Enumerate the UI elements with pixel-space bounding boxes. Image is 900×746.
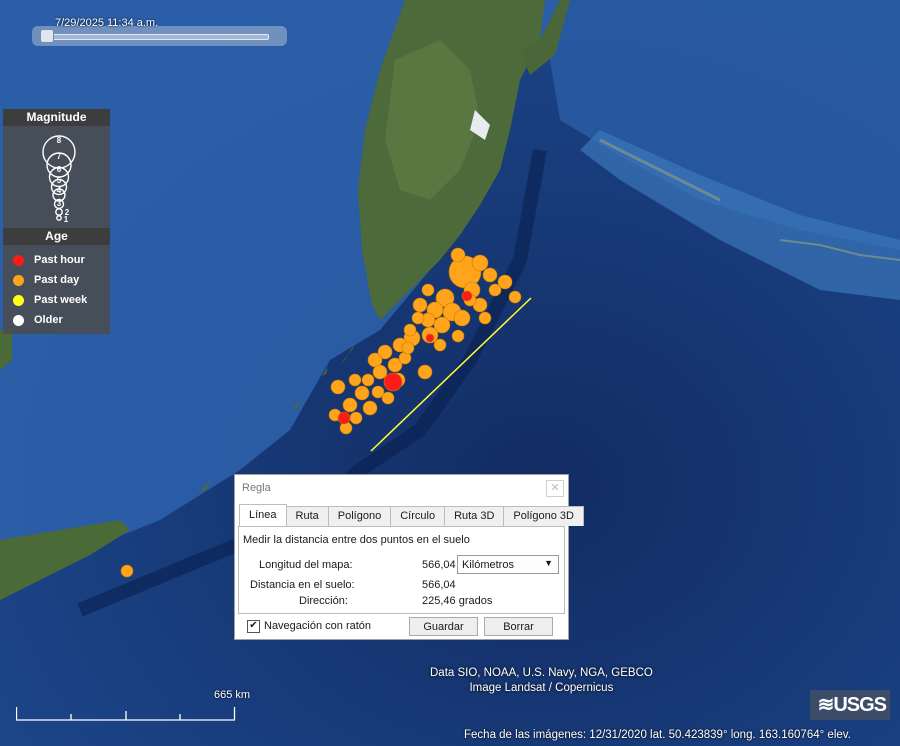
ground-distance-value: 566,04: [422, 579, 456, 591]
time-slider[interactable]: [32, 26, 287, 46]
earthquake-marker[interactable]: [361, 373, 375, 387]
tab-panel-linea: Medir la distancia entre dos puntos en e…: [238, 526, 565, 614]
mouse-navigation-label: Navegación con ratón: [264, 620, 372, 632]
earthquake-marker[interactable]: [120, 564, 134, 578]
earthquake-marker[interactable]: [450, 247, 466, 263]
ground-distance-label: Distancia en el suelo:: [250, 579, 355, 591]
earthquake-marker[interactable]: [411, 311, 425, 325]
time-slider-label: 7/29/2025 11:34 a.m.: [55, 17, 159, 29]
tab-poligono[interactable]: Polígono: [327, 506, 392, 526]
usgs-logo: ≋USGS: [810, 690, 890, 720]
clear-button[interactable]: Borrar: [484, 617, 553, 636]
earthquake-marker[interactable]: [421, 283, 435, 297]
mag-label: 8: [57, 136, 62, 145]
earthquake-marker[interactable]: [381, 391, 395, 405]
earthquake-marker[interactable]: [342, 397, 358, 413]
earthquake-marker[interactable]: [478, 311, 492, 325]
scale-label: 665 km: [214, 689, 251, 701]
earthquake-marker[interactable]: [488, 283, 502, 297]
earthquake-marker[interactable]: [362, 400, 378, 416]
earthquake-marker[interactable]: [372, 364, 388, 380]
earthquake-marker[interactable]: [471, 254, 489, 272]
direction-label: Dirección:: [299, 595, 348, 607]
earthquake-marker[interactable]: [354, 385, 370, 401]
earthquake-marker[interactable]: [425, 333, 435, 343]
earthquake-marker[interactable]: [412, 297, 428, 313]
mag-label: 3: [57, 199, 62, 208]
magnitude-scale-icon: 8 7 6 5 4 3 2 1: [42, 135, 76, 223]
tab-circulo[interactable]: Círculo: [390, 506, 446, 526]
earthquake-marker[interactable]: [348, 373, 362, 387]
attribution-line-1: Data SIO, NOAA, U.S. Navy, NGA, GEBCO: [430, 667, 653, 679]
earthquake-marker[interactable]: [461, 290, 473, 302]
chevron-down-icon: ▼: [544, 558, 553, 568]
mag-label: 1: [64, 215, 69, 223]
unit-select-value: Kilómetros: [462, 559, 514, 571]
measure-description: Medir la distancia entre dos puntos en e…: [243, 534, 470, 546]
save-button[interactable]: Guardar: [409, 617, 478, 636]
earthquake-marker[interactable]: [330, 379, 346, 395]
earthquake-marker[interactable]: [403, 323, 417, 337]
age-dot-icon: [13, 254, 24, 266]
direction-value: 225,46 grados: [422, 595, 493, 607]
unit-select[interactable]: Kilómetros ▼: [457, 555, 559, 574]
time-slider-track[interactable]: [40, 34, 269, 40]
status-bar: Fecha de las imágenes: 12/31/2020 lat. 5…: [464, 729, 851, 741]
close-icon[interactable]: ✕: [546, 480, 564, 497]
tab-ruta-3d[interactable]: Ruta 3D: [444, 506, 505, 526]
legend-age-older: Older: [13, 313, 63, 327]
map-length-label: Longitud del mapa:: [259, 559, 353, 571]
ruler-dialog[interactable]: Regla ✕ Línea Ruta Polígono Círculo Ruta…: [234, 474, 584, 640]
mag-label: 4: [57, 186, 62, 195]
earthquake-marker[interactable]: [482, 267, 498, 283]
dialog-title: Regla: [242, 482, 271, 494]
earthquake-marker[interactable]: [453, 309, 471, 327]
legend-age-past-day: Past day: [13, 273, 79, 287]
map-attribution: Data SIO, NOAA, U.S. Navy, NGA, GEBCO Im…: [430, 666, 653, 696]
earthquake-marker[interactable]: [508, 290, 522, 304]
attribution-line-2: Image Landsat / Copernicus: [469, 682, 614, 694]
legend-age-past-week: Past week: [13, 293, 87, 307]
earthquake-marker[interactable]: [417, 364, 433, 380]
earthquake-marker[interactable]: [433, 338, 447, 352]
tab-linea[interactable]: Línea: [239, 504, 287, 526]
mouse-navigation-checkbox[interactable]: ✔: [247, 620, 260, 633]
age-dot-icon: [13, 274, 24, 286]
age-dot-icon: [13, 294, 24, 306]
earthquake-marker[interactable]: [337, 411, 351, 425]
mag-label: 5: [57, 176, 62, 185]
ruler-tabs: Línea Ruta Polígono Círculo Ruta 3D Polí…: [239, 504, 584, 526]
map-length-value: 566,04: [422, 559, 456, 571]
mag-label: 6: [57, 165, 62, 174]
legend-magnitude-title: Magnitude: [3, 109, 110, 126]
mag-label: 7: [57, 152, 62, 161]
scale-bar: [16, 707, 236, 721]
earthquake-marker[interactable]: [349, 411, 363, 425]
earthquake-marker[interactable]: [383, 372, 403, 392]
legend-age-title: Age: [3, 228, 110, 245]
earthquake-marker[interactable]: [401, 341, 415, 355]
legend-panel: Magnitude 8 7 6 5 4 3 2 1 Age Past hour …: [3, 109, 110, 334]
age-dot-icon: [13, 314, 24, 326]
time-slider-thumb[interactable]: [40, 29, 54, 43]
tab-poligono-3d[interactable]: Polígono 3D: [503, 506, 584, 526]
tab-ruta[interactable]: Ruta: [285, 506, 329, 526]
earthquake-marker[interactable]: [451, 329, 465, 343]
legend-age-past-hour: Past hour: [13, 253, 85, 267]
